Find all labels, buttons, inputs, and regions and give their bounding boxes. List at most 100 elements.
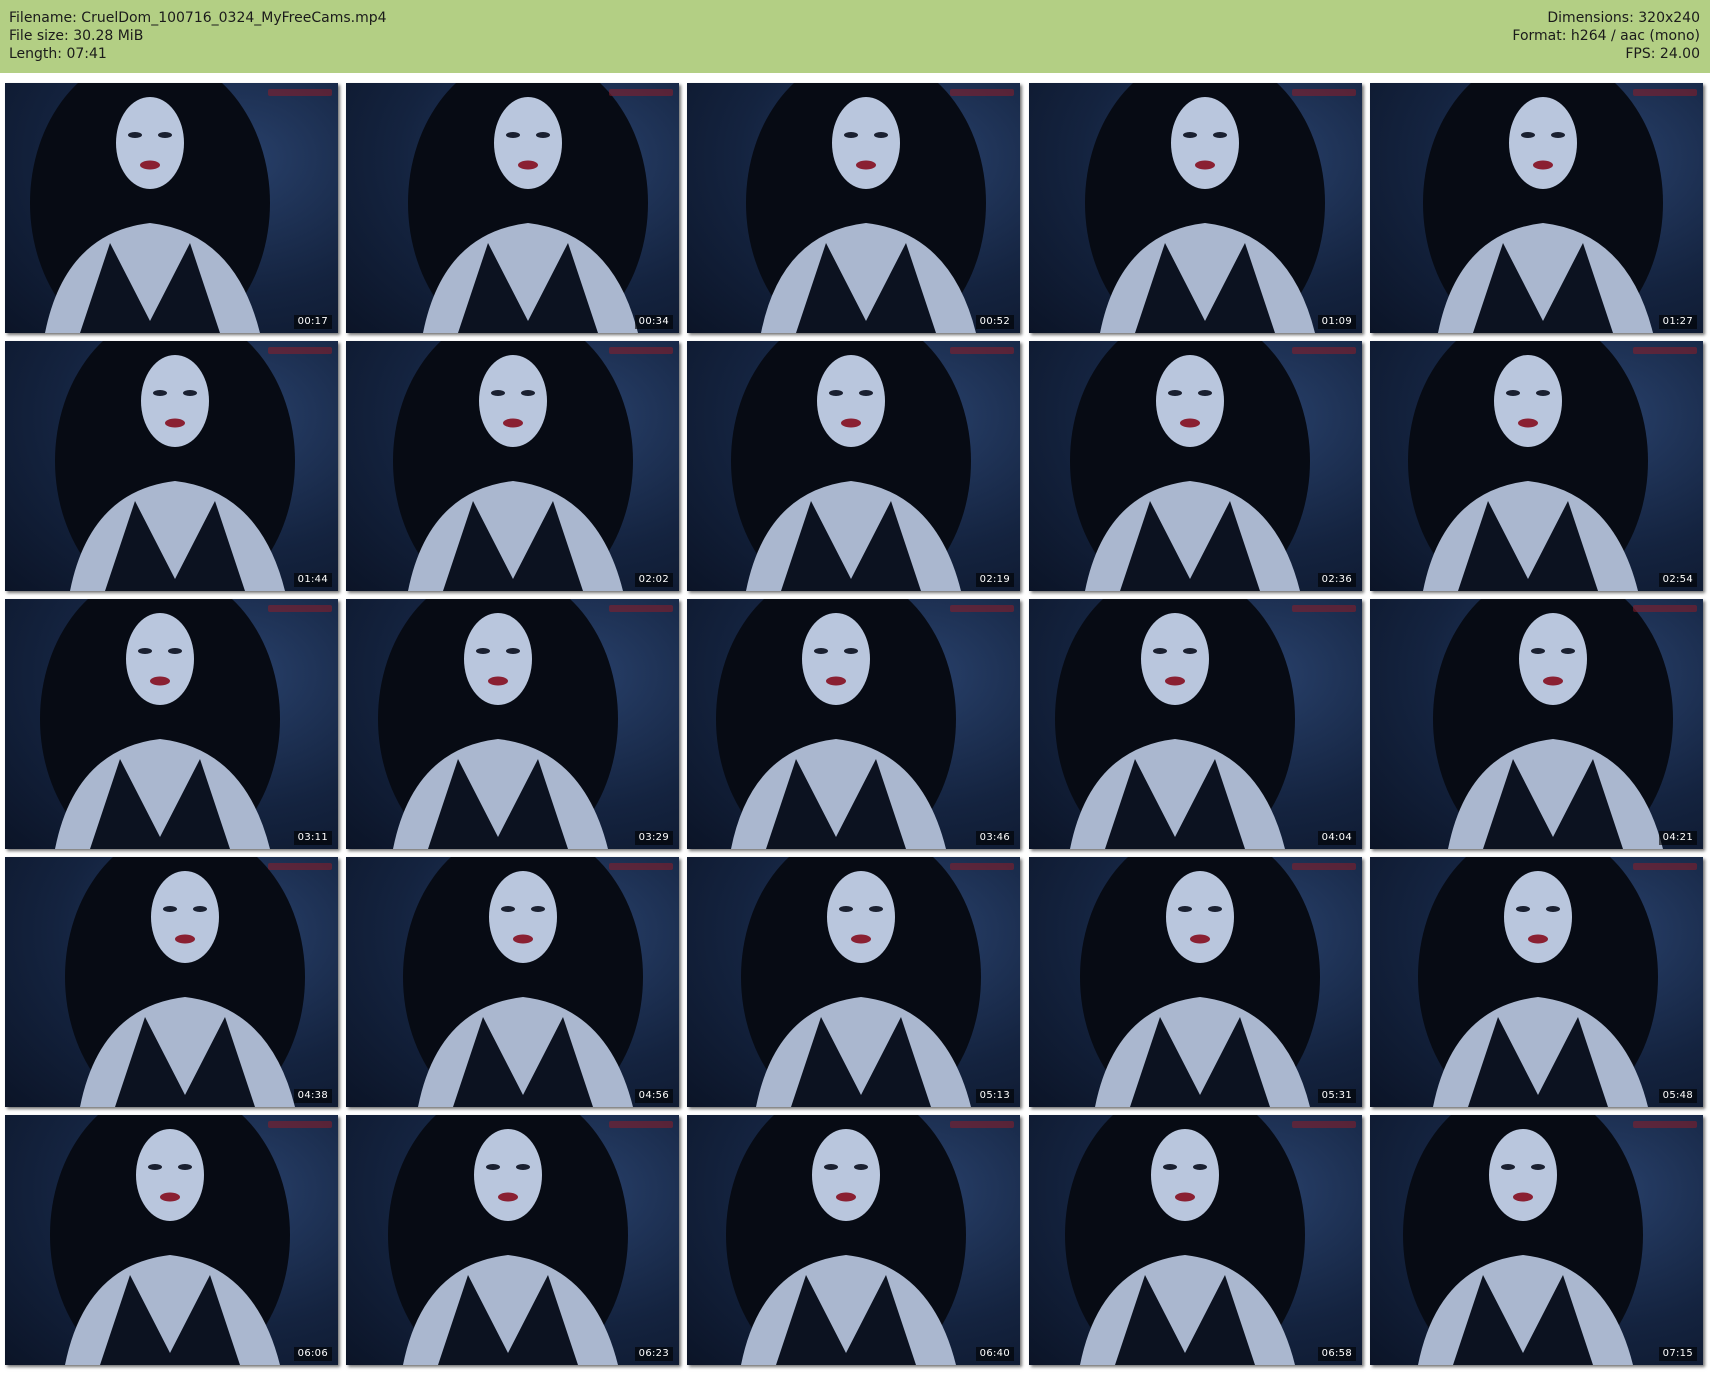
frame-image: [1080, 857, 1320, 1107]
thumbnail-frame: 02:19: [687, 341, 1020, 591]
length-text: Length: 07:41: [9, 46, 107, 62]
frame-image: [1423, 83, 1663, 333]
frame-image: [388, 1115, 628, 1365]
watermark: [268, 347, 332, 354]
watermark: [1292, 347, 1356, 354]
frame-image: [1085, 83, 1325, 333]
watermark: [1633, 863, 1697, 870]
watermark: [1292, 605, 1356, 612]
timestamp-label: 04:21: [1658, 831, 1697, 845]
thumbnail-frame: 04:38: [5, 857, 338, 1107]
timestamp-label: 04:38: [293, 1089, 332, 1103]
thumbnail-frame: 05:13: [687, 857, 1020, 1107]
watermark: [609, 863, 673, 870]
timestamp-label: 06:40: [975, 1347, 1014, 1361]
thumbnail-frame: 02:54: [1370, 341, 1703, 591]
timestamp-label: 05:13: [975, 1089, 1014, 1103]
thumbnail-frame: 06:58: [1029, 1115, 1362, 1365]
frame-image: [30, 83, 270, 333]
timestamp-label: 01:27: [1658, 315, 1697, 329]
watermark: [1633, 89, 1697, 96]
info-header: Filename: CruelDom_100716_0324_MyFreeCam…: [0, 0, 1710, 73]
frame-image: [65, 857, 305, 1107]
fps-text: FPS: 24.00: [1625, 46, 1700, 62]
watermark: [1633, 347, 1697, 354]
timestamp-label: 00:17: [293, 315, 332, 329]
timestamp-label: 04:56: [634, 1089, 673, 1103]
watermark: [609, 605, 673, 612]
frame-image: [1418, 857, 1658, 1107]
thumbnail-frame: 06:23: [346, 1115, 679, 1365]
file-info-right: Dimensions: 320x240 Format: h264 / aac (…: [1512, 9, 1700, 63]
frame-image: [746, 83, 986, 333]
thumbnail-grid: 00:17 00:34 00:52 01:09 01:27 01:44 02:02 02:19…: [0, 73, 1710, 1373]
frame-image: [1055, 599, 1295, 849]
timestamp-label: 02:54: [1658, 573, 1697, 587]
watermark: [1633, 605, 1697, 612]
watermark: [950, 863, 1014, 870]
thumbnail-frame: 04:04: [1029, 599, 1362, 849]
timestamp-label: 02:02: [634, 573, 673, 587]
filesize-text: File size: 30.28 MiB: [9, 28, 144, 44]
thumbnail-frame: 04:56: [346, 857, 679, 1107]
watermark: [950, 605, 1014, 612]
frame-image: [403, 857, 643, 1107]
thumbnail-frame: 03:46: [687, 599, 1020, 849]
watermark: [268, 605, 332, 612]
frame-image: [1403, 1115, 1643, 1365]
timestamp-label: 04:04: [1317, 831, 1356, 845]
timestamp-label: 07:15: [1658, 1347, 1697, 1361]
watermark: [950, 89, 1014, 96]
watermark: [268, 1121, 332, 1128]
timestamp-label: 06:06: [293, 1347, 332, 1361]
watermark: [1292, 863, 1356, 870]
thumbnail-frame: 04:21: [1370, 599, 1703, 849]
timestamp-label: 00:34: [634, 315, 673, 329]
timestamp-label: 00:52: [975, 315, 1014, 329]
watermark: [1292, 89, 1356, 96]
frame-image: [378, 599, 618, 849]
frame-image: [1065, 1115, 1305, 1365]
frame-image: [408, 83, 648, 333]
thumbnail-frame: 00:34: [346, 83, 679, 333]
frame-image: [1408, 341, 1648, 591]
watermark: [268, 863, 332, 870]
thumbnail-frame: 02:02: [346, 341, 679, 591]
thumbnail-frame: 07:15: [1370, 1115, 1703, 1365]
frame-image: [50, 1115, 290, 1365]
timestamp-label: 03:11: [293, 831, 332, 845]
timestamp-label: 02:19: [975, 573, 1014, 587]
timestamp-label: 06:23: [634, 1347, 673, 1361]
frame-image: [1070, 341, 1310, 591]
watermark: [268, 89, 332, 96]
timestamp-label: 06:58: [1317, 1347, 1356, 1361]
frame-image: [55, 341, 295, 591]
frame-image: [731, 341, 971, 591]
timestamp-label: 02:36: [1317, 573, 1356, 587]
frame-image: [741, 857, 981, 1107]
thumbnail-frame: 03:29: [346, 599, 679, 849]
timestamp-label: 05:31: [1317, 1089, 1356, 1103]
timestamp-label: 05:48: [1658, 1089, 1697, 1103]
timestamp-label: 01:09: [1317, 315, 1356, 329]
watermark: [1633, 1121, 1697, 1128]
thumbnail-frame: 00:52: [687, 83, 1020, 333]
thumbnail-frame: 05:31: [1029, 857, 1362, 1107]
timestamp-label: 03:46: [975, 831, 1014, 845]
frame-image: [726, 1115, 966, 1365]
thumbnail-frame: 01:27: [1370, 83, 1703, 333]
thumbnail-frame: 01:09: [1029, 83, 1362, 333]
format-text: Format: h264 / aac (mono): [1512, 28, 1700, 44]
thumbnail-frame: 05:48: [1370, 857, 1703, 1107]
thumbnail-frame: 01:44: [5, 341, 338, 591]
frame-image: [1433, 599, 1673, 849]
timestamp-label: 01:44: [293, 573, 332, 587]
thumbnail-frame: 00:17: [5, 83, 338, 333]
frame-image: [40, 599, 280, 849]
filename-text: Filename: CruelDom_100716_0324_MyFreeCam…: [9, 10, 387, 26]
timestamp-label: 03:29: [634, 831, 673, 845]
file-info-left: Filename: CruelDom_100716_0324_MyFreeCam…: [9, 9, 387, 63]
frame-image: [716, 599, 956, 849]
thumbnail-frame: 03:11: [5, 599, 338, 849]
thumbnail-frame: 06:40: [687, 1115, 1020, 1365]
